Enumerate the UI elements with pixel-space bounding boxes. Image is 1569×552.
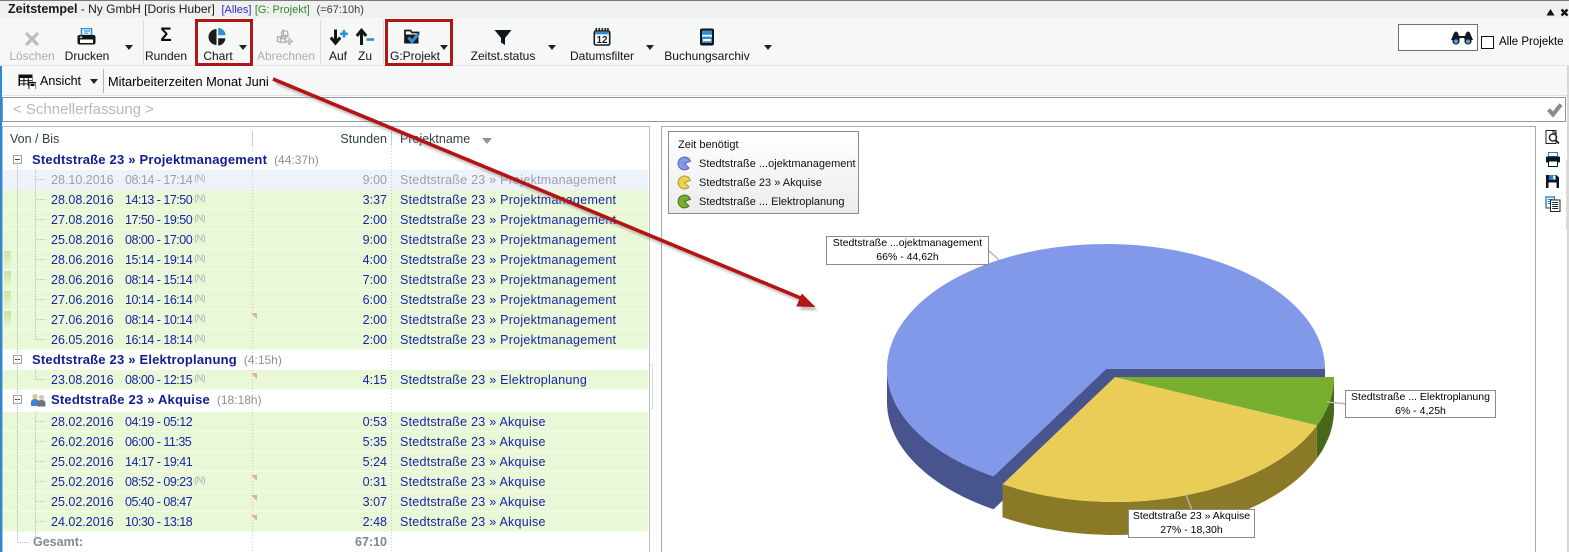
svg-text:12: 12	[596, 35, 608, 46]
